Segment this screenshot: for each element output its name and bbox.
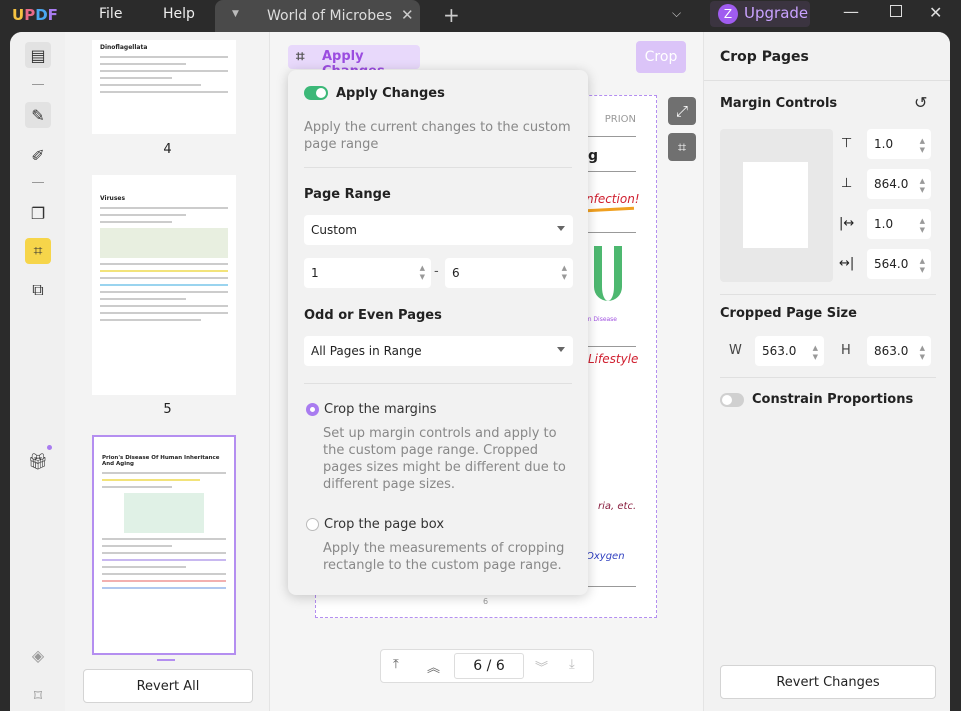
thumb-heading: Prion's Disease Of Human Inheritance And… bbox=[102, 455, 220, 467]
crop-page-box-radio[interactable] bbox=[306, 518, 319, 531]
next-page-icon[interactable]: ︾ bbox=[535, 657, 548, 676]
minimize-icon[interactable]: — bbox=[843, 2, 859, 21]
range-dash: - bbox=[434, 264, 439, 279]
reader-icon[interactable]: ▤ bbox=[25, 42, 51, 68]
revert-changes-button[interactable]: Revert Changes bbox=[720, 665, 936, 699]
notification-dot bbox=[47, 445, 52, 450]
apply-changes-popover: Apply Changes Apply the current changes … bbox=[288, 70, 588, 595]
tool-rail: ▤ ✎ ✐ ❐ ⌗ ⧉ 🎁︎ ◈ ⌑ bbox=[10, 32, 65, 711]
page-navigator: ⤒ ︽ 6 / 6 ︾ ⤓ bbox=[380, 649, 594, 683]
close-window-icon[interactable]: ✕ bbox=[929, 3, 942, 22]
apply-toggle-label: Apply Changes bbox=[336, 86, 445, 101]
height-input[interactable]: 863.0 ▲ ▼ bbox=[867, 336, 931, 366]
title-bar: UPDF File Help ▼ World of Microbes ✕ + ⌵… bbox=[0, 0, 961, 32]
constrain-proportions-label: Constrain Proportions bbox=[752, 392, 914, 407]
width-input[interactable]: 563.0 ▲ ▼ bbox=[755, 336, 824, 366]
crop-icon: ⌗ bbox=[296, 47, 305, 65]
right-margin-icon: ↔| bbox=[839, 256, 855, 271]
top-margin-input[interactable]: 1.0 ▲ ▼ bbox=[867, 129, 931, 159]
crop-tool-icon[interactable]: ⌗ bbox=[25, 238, 51, 264]
left-margin-input[interactable]: 1.0 ▲ ▼ bbox=[867, 209, 931, 239]
annotation-bacteria: ria, etc. bbox=[598, 501, 637, 512]
width-label: W bbox=[729, 343, 742, 358]
page-thumbnail-5[interactable]: Viruses bbox=[92, 175, 236, 395]
right-margin-input[interactable]: 564.0 ▲ ▼ bbox=[867, 249, 931, 279]
page-range-title: Page Range bbox=[304, 187, 391, 202]
highlighter-icon[interactable]: ✎ bbox=[25, 102, 51, 128]
crop-margins-label[interactable]: Crop the margins bbox=[324, 402, 437, 417]
apply-changes-button[interactable]: ⌗ Apply Changes bbox=[288, 45, 420, 79]
crop-page-box-label[interactable]: Crop the page box bbox=[324, 517, 444, 532]
organize-pages-icon[interactable]: ❐ bbox=[25, 200, 51, 226]
page-label-4: 4 bbox=[163, 142, 172, 157]
bottom-margin-input[interactable]: 864.0 ▲ ▼ bbox=[867, 169, 931, 199]
range-to-input[interactable]: 6 ▲ ▼ bbox=[445, 258, 573, 288]
apply-changes-toggle[interactable] bbox=[304, 86, 328, 100]
bookmark-icon[interactable]: ⌑ bbox=[25, 682, 51, 708]
figure-caption: en Disease bbox=[584, 316, 617, 323]
page-number: 6 bbox=[483, 597, 489, 606]
divider bbox=[32, 182, 44, 183]
previous-page-icon[interactable]: ︽ bbox=[427, 657, 440, 676]
fit-page-icon[interactable]: ⤢ bbox=[668, 97, 696, 125]
page-thumbnail-4[interactable]: Dinoflagellata bbox=[92, 40, 236, 134]
page-label-5: 5 bbox=[163, 402, 172, 417]
divider bbox=[32, 84, 44, 85]
apply-toggle-description: Apply the current changes to the custom … bbox=[304, 120, 571, 152]
constrain-proportions-toggle[interactable] bbox=[720, 393, 744, 407]
upgrade-label: Upgrade bbox=[744, 4, 809, 22]
maximize-icon[interactable] bbox=[890, 5, 902, 17]
new-tab-icon[interactable]: + bbox=[443, 3, 460, 27]
menu-file[interactable]: File bbox=[99, 6, 122, 22]
document-tab[interactable]: ▼ World of Microbes ✕ bbox=[215, 0, 420, 32]
convert-icon[interactable]: ⧉ bbox=[25, 277, 51, 303]
upgrade-badge: Z bbox=[718, 4, 738, 24]
page-thumbnail-6[interactable]: Prion's Disease Of Human Inheritance And… bbox=[92, 435, 236, 655]
left-margin-icon: |↔ bbox=[839, 216, 855, 231]
page-range-select[interactable]: Custom bbox=[304, 215, 573, 245]
odd-even-select[interactable]: All Pages in Range bbox=[304, 336, 573, 366]
height-label: H bbox=[841, 343, 851, 358]
tab-dropdown-icon[interactable]: ▼ bbox=[232, 9, 239, 19]
layers-icon[interactable]: ◈ bbox=[25, 642, 51, 668]
tab-title: World of Microbes bbox=[267, 8, 392, 24]
page-header: PRION bbox=[604, 114, 636, 125]
chevron-down-icon[interactable]: ⌵ bbox=[672, 6, 681, 21]
gift-icon[interactable]: 🎁︎ bbox=[25, 448, 51, 474]
page-number-input[interactable]: 6 / 6 bbox=[454, 653, 524, 679]
odd-even-title: Odd or Even Pages bbox=[304, 308, 442, 323]
page-preview-thumbnail bbox=[720, 129, 833, 282]
margin-controls-title: Margin Controls bbox=[720, 96, 838, 111]
thumb-heading: Dinoflagellata bbox=[100, 44, 148, 51]
crop-page-box-description: Apply the measurements of cropping recta… bbox=[323, 541, 565, 573]
upgrade-button[interactable]: Z Upgrade bbox=[710, 1, 810, 27]
heading-fragment: g bbox=[588, 148, 599, 164]
crop-button[interactable]: Crop bbox=[636, 41, 686, 73]
bottom-margin-icon: ⊥ bbox=[841, 176, 853, 191]
cropped-size-title: Cropped Page Size bbox=[720, 306, 857, 321]
revert-all-button[interactable]: Revert All bbox=[83, 669, 253, 703]
first-page-icon[interactable]: ⤒ bbox=[393, 657, 399, 672]
thumb-heading: Viruses bbox=[100, 195, 126, 202]
selected-indicator bbox=[157, 659, 175, 661]
close-tab-icon[interactable]: ✕ bbox=[401, 6, 414, 24]
updf-logo: UPDF bbox=[12, 6, 58, 24]
crop-margins-description: Set up margin controls and apply to the … bbox=[323, 426, 566, 492]
crop-margins-radio[interactable] bbox=[306, 403, 319, 416]
workspace: ▤ ✎ ✐ ❐ ⌗ ⧉ 🎁︎ ◈ ⌑ Dinoflagellata 4 Viru… bbox=[10, 32, 950, 711]
antibody-illustration bbox=[594, 246, 622, 301]
panel-title: Crop Pages bbox=[720, 49, 809, 65]
auto-crop-icon[interactable]: ⌗ bbox=[668, 133, 696, 161]
annotation-infection: nfection! bbox=[586, 192, 640, 206]
range-from-input[interactable]: 1 ▲ ▼ bbox=[304, 258, 431, 288]
crop-pages-panel: Crop Pages Margin Controls ↺ ⊤ 1.0 ▲ ▼ ⊥ 8… bbox=[703, 32, 950, 711]
top-margin-icon: ⊤ bbox=[841, 136, 853, 151]
annotation-lifestyle: Lifestyle bbox=[588, 352, 639, 366]
reset-icon[interactable]: ↺ bbox=[914, 93, 927, 112]
thumbnail-panel: Dinoflagellata 4 Viruses 5 Prion's Disea… bbox=[65, 32, 270, 711]
menu-help[interactable]: Help bbox=[163, 6, 195, 22]
annotation-oxygen: Oxygen bbox=[586, 551, 625, 562]
last-page-icon[interactable]: ⤓ bbox=[569, 657, 575, 672]
edit-icon[interactable]: ✐ bbox=[25, 142, 51, 168]
